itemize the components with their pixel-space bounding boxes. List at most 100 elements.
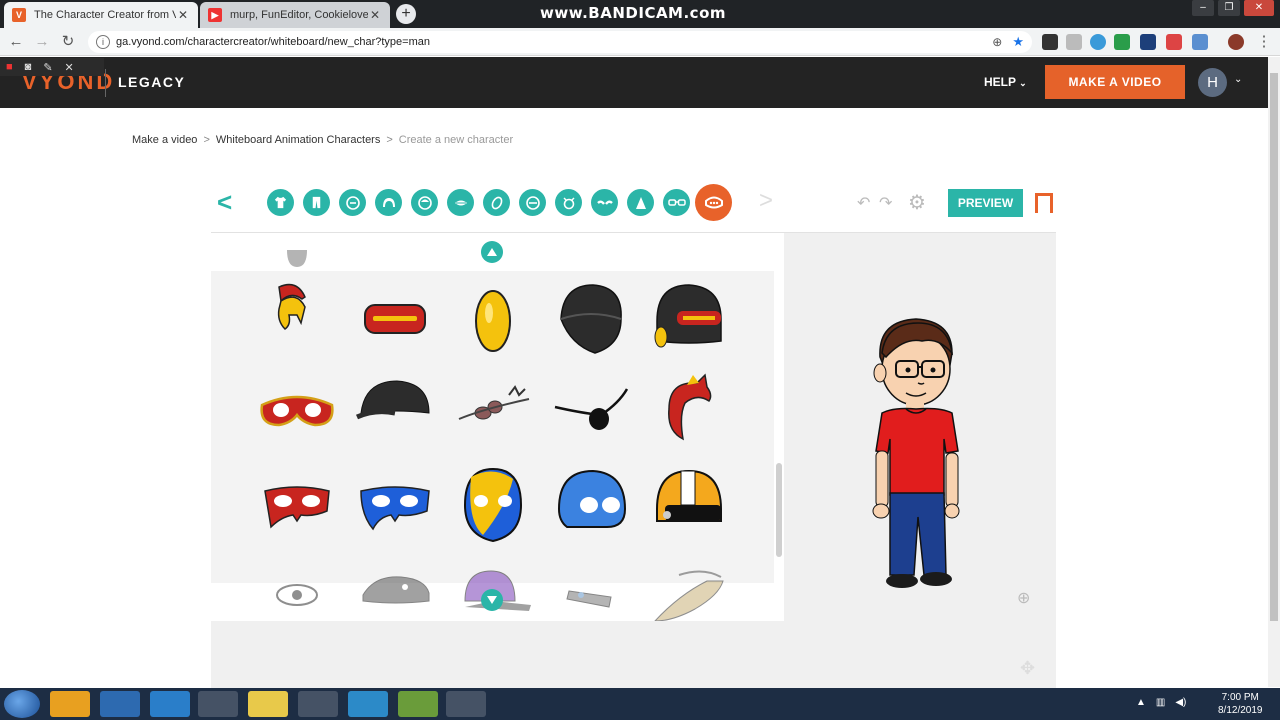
app-icon[interactable] [348,691,388,717]
new-tab-button[interactable]: + [396,4,416,24]
breadcrumb-whiteboard[interactable]: Whiteboard Animation Characters [216,134,380,146]
category-forward-arrow-icon[interactable]: > [759,187,773,215]
category-mouth-icon[interactable] [447,189,474,216]
category-nose-icon[interactable] [483,189,510,216]
close-window-button[interactable]: ✕ [1244,0,1274,16]
back-button[interactable]: ← [6,32,26,52]
category-pants-icon[interactable] [303,189,330,216]
extension-icon[interactable] [1140,34,1156,50]
browser-tabstrip: V The Character Creator from Vyond ✕ ▶ m… [0,0,1280,28]
address-bar[interactable]: i ga.vyond.com/charactercreator/whiteboa… [88,31,1032,53]
undo-icon[interactable]: ↶ [857,193,870,213]
record-icon[interactable]: ■ [6,61,13,73]
extension-icon[interactable] [1114,34,1130,50]
category-eye-icon[interactable] [555,189,582,216]
accessory-racer-helmet[interactable] [649,279,729,359]
extension-icon[interactable] [1042,34,1058,50]
browser-tab-vyond[interactable]: V The Character Creator from Vyond ✕ [4,2,198,28]
category-brows-icon[interactable] [591,189,618,216]
scroll-up-button[interactable] [481,241,503,263]
accessory-purple-cap[interactable] [453,555,533,621]
editor-toolbar: < > ↶ ↷ ⚙ PREVIEW [211,173,1056,233]
camera-icon[interactable]: ◙ [25,61,32,73]
bookmark-star-icon[interactable]: ★ [1012,34,1024,50]
extension-icon[interactable] [1066,34,1082,50]
accessory-blue-eye-mask[interactable] [355,465,435,545]
close-tab-icon[interactable]: ✕ [368,8,382,22]
category-back-arrow-icon[interactable]: < [217,187,232,218]
make-a-video-button[interactable]: MAKE A VIDEO [1045,65,1185,99]
start-button[interactable] [4,690,40,718]
network-icon[interactable]: ▥ [1156,697,1165,708]
accessory-straw-hat[interactable] [649,555,729,621]
profile-icon[interactable] [1228,34,1244,50]
close-tab-icon[interactable]: ✕ [176,8,190,22]
chrome-taskbar-icon[interactable] [298,691,338,717]
accessory-eye-patch[interactable] [551,369,631,449]
breadcrumb-make-video[interactable]: Make a video [132,134,197,146]
file-explorer-icon[interactable] [248,691,288,717]
category-hair-icon[interactable] [375,189,402,216]
category-glasses-icon[interactable] [663,189,690,216]
tray-expand-icon[interactable]: ▲ [1136,697,1146,708]
scrollbar-thumb[interactable] [1270,73,1278,621]
reload-button[interactable]: ↻ [58,32,78,52]
accessory-gold-mask[interactable] [453,279,533,359]
gear-icon[interactable]: ⚙ [908,190,926,215]
chevron-down-icon[interactable]: ⌄ [1234,74,1242,85]
minimize-button[interactable]: – [1192,0,1214,16]
internet-explorer-icon[interactable] [150,691,190,717]
category-beard-icon[interactable] [627,189,654,216]
site-info-icon[interactable]: i [96,35,110,49]
app-icon[interactable] [398,691,438,717]
media-player-icon[interactable] [50,691,90,717]
breadcrumb-separator: > [386,134,393,146]
accessory-black-bandana[interactable] [551,279,631,359]
accessory-eye-mask-red[interactable] [257,369,337,449]
accessory-red-eye-mask[interactable] [257,465,337,545]
app-header: VYOND LEGACY HELP ⌄ MAKE A VIDEO H ⌄ [0,57,1268,108]
redo-icon[interactable]: ↷ [879,193,892,213]
accessory-police-cap[interactable] [355,555,435,621]
scroll-down-button[interactable] [481,589,503,611]
hp-app-icon[interactable] [100,691,140,717]
accessory-black-bandana-side[interactable] [355,369,435,449]
avatar[interactable]: H [1198,68,1227,97]
page-scrollbar[interactable] [1268,57,1280,687]
grid-scrollbar-thumb[interactable] [776,463,782,557]
save-icon[interactable] [1035,193,1053,213]
bandicam-taskbar-icon[interactable] [446,691,486,717]
help-menu[interactable]: HELP ⌄ [984,75,1027,89]
extension-icon[interactable] [1192,34,1208,50]
maximize-button[interactable]: ❐ [1218,0,1240,16]
move-icon[interactable]: ✥ [1020,658,1035,679]
app-window-icon[interactable] [198,691,238,717]
pencil-icon[interactable]: ✎ [43,61,52,74]
extension-icon[interactable] [1166,34,1182,50]
accessory-red-visor[interactable] [355,279,435,359]
category-eyes-icon[interactable] [519,189,546,216]
accessory-eye-lens[interactable] [257,555,337,621]
accessory-hero-mask-blue-gold[interactable] [453,465,533,545]
extension-icon[interactable] [1090,34,1106,50]
preview-button[interactable]: PREVIEW [948,189,1023,217]
chrome-menu-icon[interactable]: ⋮ [1254,32,1274,52]
volume-icon[interactable]: ◀) [1175,697,1186,708]
accessory-rose-sprig[interactable] [453,369,533,449]
accessory-blue-helmet-mask[interactable] [551,465,631,545]
zoom-in-icon[interactable]: ⊕ [1017,588,1030,608]
close-icon[interactable]: ✕ [65,61,74,74]
browser-tab-youtube[interactable]: ▶ murp, FunEditor, Cookielover559 ✕ [200,2,390,28]
taskbar-clock[interactable]: 7:00 PM 8/12/2019 [1218,691,1263,717]
category-face-icon[interactable] [339,189,366,216]
zoom-icon[interactable]: ⊕ [992,35,1002,49]
accessory-item[interactable] [257,233,337,275]
category-accessories-icon[interactable] [695,184,732,221]
accessory-spartan-helmet[interactable] [257,279,337,359]
forward-button[interactable]: → [32,32,52,52]
category-shirt-icon[interactable] [267,189,294,216]
accessory-pin[interactable] [551,555,631,621]
accessory-red-crest[interactable] [649,369,729,449]
category-head-icon[interactable] [411,189,438,216]
accessory-armored-helmet[interactable] [649,465,729,545]
